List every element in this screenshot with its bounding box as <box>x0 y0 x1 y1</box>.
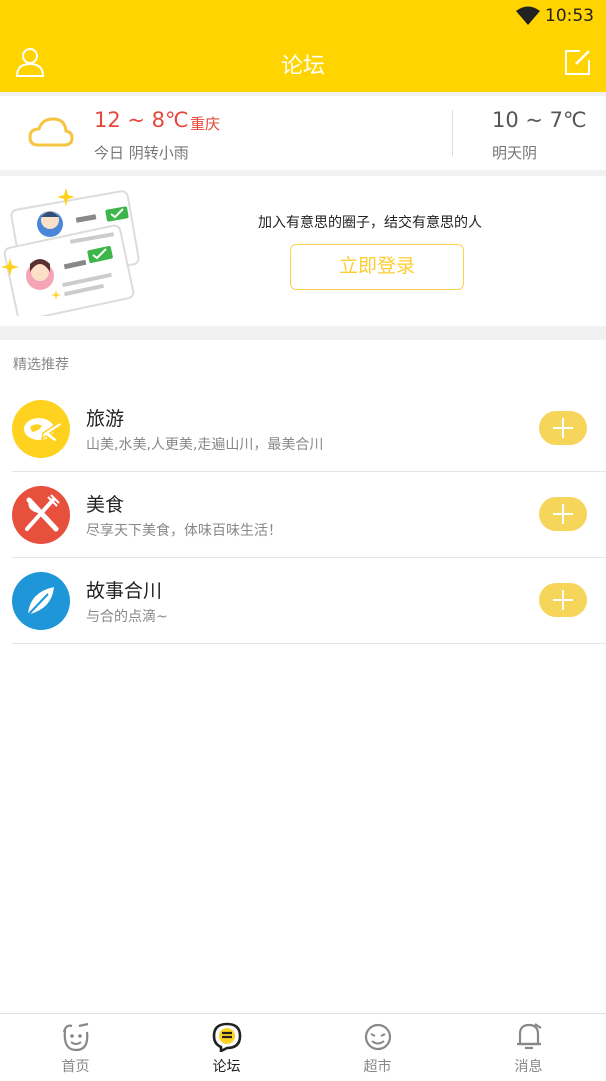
tab-label: 首页 <box>61 1059 90 1075</box>
page-title: 论坛 <box>280 54 325 79</box>
section-title: 精选推荐 <box>13 357 69 373</box>
today-temperature: 12 ~ 8℃ <box>94 108 189 132</box>
today-weather-desc: 今日 阴转小雨 <box>94 144 189 162</box>
tab-market[interactable]: 超市 <box>302 1014 453 1081</box>
home-face-icon <box>62 1022 89 1052</box>
divider <box>0 326 606 340</box>
plane-globe-icon <box>12 400 70 458</box>
forum-desc: 尽享天下美食，体味百味生活！ <box>86 523 282 539</box>
add-forum-button[interactable] <box>539 411 587 445</box>
tab-home[interactable]: 首页 <box>0 1014 151 1081</box>
banner-slogan: 加入有意思的圈子，结交有意思的人 <box>258 215 482 231</box>
forum-item-food[interactable]: 美食 尽享天下美食，体味百味生活！ <box>0 472 606 558</box>
tab-messages[interactable]: 消息 <box>453 1014 604 1081</box>
weather-card[interactable]: 12 ~ 8℃ 重庆 今日 阴转小雨 10 ~ 7℃ 明天阴 <box>0 96 606 170</box>
forum-chat-icon <box>212 1022 242 1052</box>
tab-label: 论坛 <box>212 1059 241 1075</box>
bottom-tab-bar: 首页 论坛 超市 消息 <box>0 1013 606 1081</box>
row-divider <box>12 643 606 644</box>
smile-face-icon <box>364 1023 392 1051</box>
city-name: 重庆 <box>190 115 221 133</box>
login-button[interactable]: 立即登录 <box>290 244 464 290</box>
fork-knife-icon <box>12 486 70 544</box>
forum-desc: 山美,水美,人更美,走遍山川，最美合川 <box>86 437 324 453</box>
wifi-icon <box>516 6 540 25</box>
forum-name: 美食 <box>86 494 125 516</box>
forum-desc: 与合的点滴~ <box>86 609 168 625</box>
vertical-divider <box>452 110 453 156</box>
compose-icon[interactable] <box>562 46 594 78</box>
tab-label: 超市 <box>363 1059 392 1075</box>
tab-label: 消息 <box>514 1059 543 1075</box>
profile-cards-illustration <box>1 188 140 316</box>
status-bar: 10:53 <box>0 0 606 34</box>
bell-icon <box>517 1023 542 1050</box>
tab-forum[interactable]: 论坛 <box>151 1014 302 1081</box>
forum-item-travel[interactable]: 旅游 山美,水美,人更美,走遍山川，最美合川 <box>0 386 606 472</box>
forum-name: 故事合川 <box>86 580 163 602</box>
add-forum-button[interactable] <box>539 497 587 531</box>
tomorrow-weather-desc: 明天阴 <box>492 144 538 162</box>
feather-icon <box>12 572 70 630</box>
cloud-icon <box>28 117 74 147</box>
forum-item-stories[interactable]: 故事合川 与合的点滴~ <box>0 558 606 644</box>
login-banner: 加入有意思的圈子，结交有意思的人 立即登录 <box>0 176 606 326</box>
add-forum-button[interactable] <box>539 583 587 617</box>
status-time: 10:53 <box>545 6 594 26</box>
app-bar: 论坛 <box>0 34 606 92</box>
tomorrow-temperature: 10 ~ 7℃ <box>492 108 587 132</box>
forum-name: 旅游 <box>86 408 125 430</box>
